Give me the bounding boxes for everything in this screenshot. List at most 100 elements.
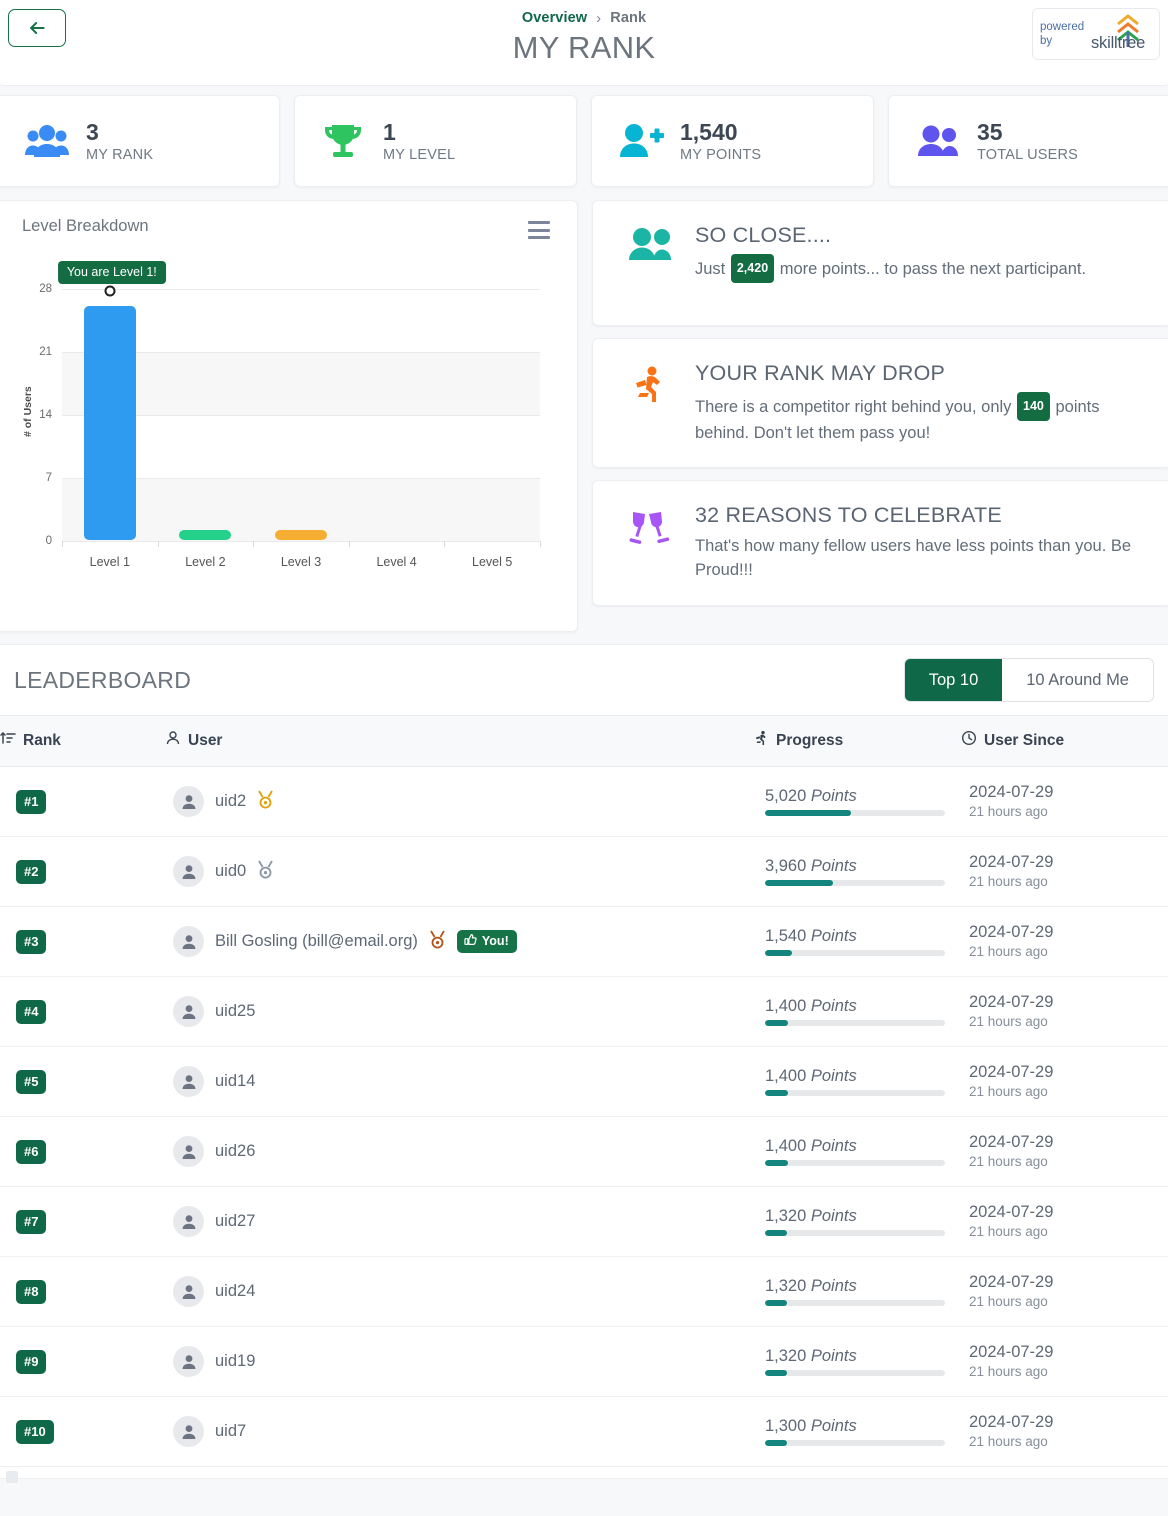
- cell-progress: 1,320 Points: [753, 1326, 961, 1397]
- points-value: 1,320 Points: [765, 1277, 857, 1295]
- you-badge-label: You!: [481, 934, 509, 948]
- progress-bar-track: [765, 1440, 945, 1446]
- toggle-10-around-me[interactable]: 10 Around Me: [1002, 659, 1153, 701]
- rank-badge: #5: [16, 1069, 47, 1094]
- column-header-progress[interactable]: Progress: [753, 715, 961, 767]
- table-row[interactable]: #3 Bill Gosling (bill@email.org) You! 1,540…: [0, 906, 1168, 977]
- chart-level-marker-dot[interactable]: [104, 285, 116, 297]
- progress-bar-fill: [765, 1090, 789, 1096]
- cell-user: uid25: [165, 976, 753, 1047]
- cell-user-since: 2024-07-29 21 hours ago: [961, 1186, 1168, 1257]
- insight-card-rank-may-drop: YOUR RANK MAY DROP There is a competitor…: [592, 338, 1168, 468]
- cell-progress: 1,400 Points: [753, 1116, 961, 1187]
- cell-user: uid0: [165, 836, 753, 907]
- points-unit: Points: [810, 927, 857, 945]
- since-relative: 21 hours ago: [969, 944, 1048, 959]
- chart-gridline: [62, 541, 540, 542]
- since-relative: 21 hours ago: [969, 1434, 1048, 1449]
- cell-user-since: 2024-07-29 21 hours ago: [961, 1046, 1168, 1117]
- cell-rank: #5: [0, 1046, 165, 1117]
- column-header-user[interactable]: User: [165, 715, 753, 767]
- chart-y-tick-label: 21: [39, 346, 52, 358]
- table-row[interactable]: #9 uid19 1,320 Points 2024-07-29 21 hours ag…: [0, 1326, 1168, 1397]
- column-header-user-since[interactable]: User Since: [961, 715, 1168, 767]
- insight-body: SO CLOSE.... Just 2,420 more points... t…: [695, 221, 1144, 303]
- progress-bar-track: [765, 1300, 945, 1306]
- column-header-label: Progress: [776, 731, 844, 749]
- chart-x-tick-label: Level 1: [89, 555, 130, 569]
- chart-bar[interactable]: [179, 530, 232, 540]
- user-name: Bill Gosling (bill@email.org): [215, 932, 418, 950]
- table-row[interactable]: #10 uid7 1,300 Points 2024-07-29 21 hours ag…: [0, 1396, 1168, 1467]
- powered-by-badge[interactable]: powered by skilltree: [1032, 8, 1160, 60]
- cell-user-since: 2024-07-29 21 hours ago: [961, 766, 1168, 837]
- chart-y-tick-label: 28: [39, 283, 52, 295]
- sort-ascending-icon: [0, 730, 16, 751]
- medal-silver-icon: [257, 860, 274, 884]
- column-header-rank[interactable]: Rank: [0, 715, 165, 767]
- rank-badge: #10: [16, 1419, 54, 1444]
- stat-label: MY RANK: [86, 147, 154, 163]
- table-row[interactable]: #6 uid26 1,400 Points 2024-07-29 21 hours ag…: [0, 1116, 1168, 1187]
- clock-icon: [961, 730, 977, 751]
- points-unit: Points: [810, 1137, 857, 1155]
- progress-bar-fill: [765, 1160, 789, 1166]
- chart-title: Level Breakdown: [22, 217, 149, 235]
- stat-value: 1,540: [680, 119, 738, 145]
- avatar: [173, 1206, 204, 1237]
- hamburger-menu-icon[interactable]: [528, 221, 550, 239]
- rank-badge: #7: [16, 1209, 47, 1234]
- chart-bar[interactable]: [275, 530, 327, 540]
- chart-x-tick-mark: [540, 541, 541, 547]
- avatar: [173, 1136, 204, 1167]
- insight-text: That's how many fellow users have less p…: [695, 537, 1132, 579]
- chart-bar[interactable]: [83, 306, 136, 540]
- cell-progress: 3,960 Points: [753, 836, 961, 907]
- leaderboard-header: LEADERBOARD Top 10 10 Around Me: [0, 645, 1168, 715]
- chart-level-marker-label: You are Level 1!: [57, 261, 166, 284]
- since-date: 2024-07-29: [969, 1273, 1054, 1291]
- since-date: 2024-07-29: [969, 853, 1054, 871]
- insight-text: There is a competitor right behind you, …: [695, 392, 1144, 445]
- table-row[interactable]: #1 uid2 5,020 Points 2024-07-29 21 hours ago: [0, 766, 1168, 837]
- avatar: [173, 1276, 204, 1307]
- table-row[interactable]: #5 uid14 1,400 Points 2024-07-29 21 hours ag…: [0, 1046, 1168, 1117]
- user-name: uid7: [215, 1422, 247, 1440]
- chart-x-tick-mark: [253, 541, 255, 547]
- since-relative: 21 hours ago: [969, 804, 1048, 819]
- table-row[interactable]: #2 uid0 3,960 Points 2024-07-29 21 hours ago: [0, 836, 1168, 907]
- cell-rank: #10: [0, 1396, 165, 1467]
- table-row[interactable]: #7 uid27 1,320 Points 2024-07-29 21 hours ag…: [0, 1186, 1168, 1257]
- stat-meta: 3 MY RANK: [86, 119, 153, 163]
- stat-value: 3: [86, 119, 99, 145]
- insight-cards: SO CLOSE.... Just 2,420 more points... t…: [592, 200, 1168, 606]
- leaderboard-table: Rank User Progress User Since #1 uid2 5,…: [0, 715, 1168, 1467]
- since-date: 2024-07-29: [969, 1063, 1054, 1081]
- progress-bar-track: [765, 1020, 945, 1026]
- cell-user-since: 2024-07-29 21 hours ago: [961, 1256, 1168, 1327]
- user-name: uid27: [215, 1212, 256, 1230]
- chart-y-tick-label: 0: [45, 535, 52, 547]
- pagination-control-partial[interactable]: [6, 1471, 18, 1483]
- cell-user: Bill Gosling (bill@email.org) You!: [165, 906, 753, 977]
- stat-label: MY LEVEL: [383, 147, 456, 163]
- progress-bar-track: [765, 1230, 945, 1236]
- column-header-label: User Since: [984, 731, 1065, 749]
- users-pair-icon: [915, 119, 961, 163]
- breadcrumb-separator-icon: ›: [596, 9, 602, 27]
- points-unit: Points: [810, 1207, 857, 1225]
- cell-rank: #7: [0, 1186, 165, 1257]
- table-row[interactable]: #4 uid25 1,400 Points 2024-07-29 21 hours ag…: [0, 976, 1168, 1047]
- cell-user-since: 2024-07-29 21 hours ago: [961, 1116, 1168, 1187]
- progress-bar-fill: [765, 950, 792, 956]
- stat-value: 1: [383, 119, 396, 145]
- breadcrumb-overview[interactable]: Overview: [522, 10, 587, 26]
- medal-gold-icon: [257, 790, 274, 814]
- skilltree-wordmark: skilltree: [1091, 34, 1146, 52]
- toggle-top-10[interactable]: Top 10: [904, 659, 1003, 701]
- cell-user: uid27: [165, 1186, 753, 1257]
- table-row[interactable]: #8 uid24 1,320 Points 2024-07-29 21 hours ag…: [0, 1256, 1168, 1327]
- rank-badge: #6: [16, 1139, 47, 1164]
- since-relative: 21 hours ago: [969, 874, 1048, 889]
- since-date: 2024-07-29: [969, 1133, 1054, 1151]
